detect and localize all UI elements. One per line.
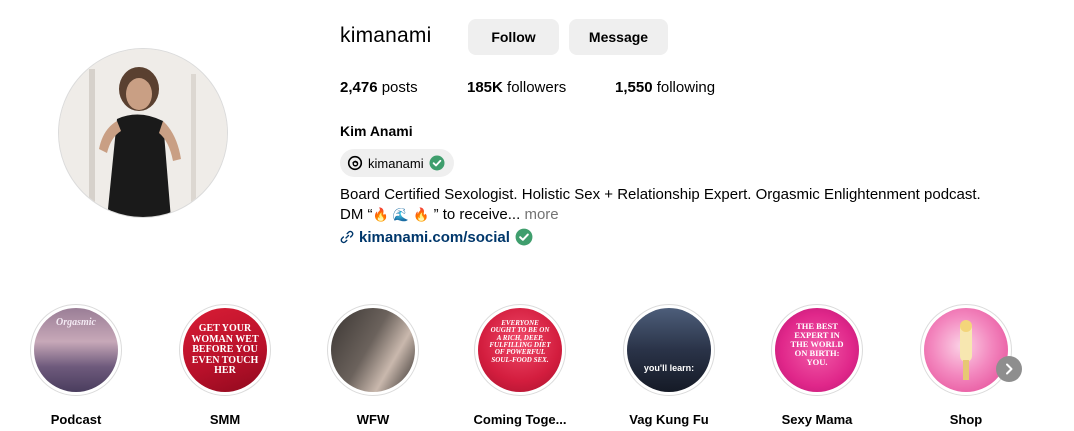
highlight-label: Coming Toge... (473, 412, 567, 427)
highlight-cover: EVERYONE OUGHT TO BE ON A RICH, DEEP, FU… (478, 308, 562, 392)
highlight-ring: EVERYONE OUGHT TO BE ON A RICH, DEEP, FU… (474, 304, 566, 396)
highlight-cover: GET YOUR WOMAN WET BEFORE YOU EVEN TOUCH… (183, 308, 267, 392)
bio-line-2: DM “🔥 🌊 🔥 ” to receive... more (340, 205, 1040, 226)
chevron-right-icon (1006, 363, 1013, 375)
profile-link-text[interactable]: kimanami.com/social (359, 229, 510, 246)
highlight-smm[interactable]: GET YOUR WOMAN WET BEFORE YOU EVEN TOUCH… (177, 304, 273, 427)
highlight-label: Podcast (50, 412, 102, 427)
following-count: 1,550 (615, 79, 653, 96)
posts-stat: 2,476 posts (340, 79, 418, 96)
highlight-cover-text: Orgasmic (56, 317, 96, 328)
link-icon (340, 230, 354, 244)
bio-line-1: Board Certified Sexologist. Holistic Sex… (340, 186, 981, 203)
highlight-coming-together[interactable]: EVERYONE OUGHT TO BE ON A RICH, DEEP, FU… (472, 304, 568, 427)
highlight-label: Shop (949, 412, 983, 427)
verified-icon (515, 228, 533, 246)
profile-link[interactable]: kimanami.com/social (340, 228, 533, 246)
highlight-label: Vag Kung Fu (629, 412, 709, 427)
highlight-ring: GET YOUR WOMAN WET BEFORE YOU EVEN TOUCH… (179, 304, 271, 396)
followers-count: 185K (467, 79, 503, 96)
highlight-cover (924, 308, 1008, 392)
following-stat[interactable]: 1,550 following (615, 79, 715, 96)
highlight-cover (331, 308, 415, 392)
threads-handle: kimanami (368, 155, 424, 171)
highlight-cover-text: GET YOUR WOMAN WET BEFORE YOU EVEN TOUCH… (191, 323, 259, 376)
highlight-podcast[interactable]: Orgasmic Podcast (28, 304, 124, 427)
highlight-ring (920, 304, 1012, 396)
highlight-label: SMM (209, 412, 241, 427)
profile-username: kimanami (340, 24, 432, 47)
highlight-ring: THE BEST EXPERT IN THE WORLD ON BIRTH: Y… (771, 304, 863, 396)
highlight-cover: you'll learn: (627, 308, 711, 392)
verified-icon (429, 155, 445, 171)
highlight-label: Sexy Mama (781, 412, 853, 427)
highlight-label: WFW (356, 412, 390, 427)
shop-product-image (960, 320, 972, 380)
highlight-cover-text: THE BEST EXPERT IN THE WORLD ON BIRTH: Y… (790, 321, 844, 367)
followers-stat[interactable]: 185K followers (467, 79, 566, 96)
highlight-wfw[interactable]: WFW (325, 304, 421, 427)
following-label: following (656, 79, 716, 96)
message-button[interactable]: Message (569, 19, 668, 55)
highlight-ring: Orgasmic (30, 304, 122, 396)
highlight-cover: Orgasmic (34, 308, 118, 392)
bio-dm-suffix: ” to receive... (429, 206, 521, 223)
profile-bio: Board Certified Sexologist. Holistic Sex… (340, 185, 1040, 226)
avatar-photo (59, 49, 227, 217)
fire-emoji-icon: 🔥 (413, 208, 430, 223)
posts-label: posts (381, 79, 418, 96)
highlight-cover: THE BEST EXPERT IN THE WORLD ON BIRTH: Y… (775, 308, 859, 392)
threads-icon (347, 155, 363, 171)
followers-label: followers (507, 79, 567, 96)
highlights-next-button[interactable] (996, 356, 1022, 382)
posts-count: 2,476 (340, 79, 378, 96)
profile-avatar[interactable] (58, 48, 228, 218)
highlight-sexy-mama[interactable]: THE BEST EXPERT IN THE WORLD ON BIRTH: Y… (769, 304, 865, 427)
follow-button[interactable]: Follow (468, 19, 559, 55)
highlight-ring (327, 304, 419, 396)
highlight-cover-text: EVERYONE OUGHT TO BE ON A RICH, DEEP, FU… (489, 319, 551, 364)
bio-dm-prefix: DM “ (340, 206, 373, 223)
highlight-vag-kung-fu[interactable]: you'll learn: Vag Kung Fu (621, 304, 717, 427)
bio-more-link[interactable]: more (524, 206, 558, 223)
threads-badge[interactable]: kimanami (340, 149, 454, 177)
fire-emoji-icon: 🔥 (372, 208, 389, 223)
profile-full-name: Kim Anami (340, 123, 413, 139)
wave-emoji-icon: 🌊 (392, 208, 410, 223)
highlight-cover-text: you'll learn: (643, 363, 695, 373)
highlight-ring: you'll learn: (623, 304, 715, 396)
